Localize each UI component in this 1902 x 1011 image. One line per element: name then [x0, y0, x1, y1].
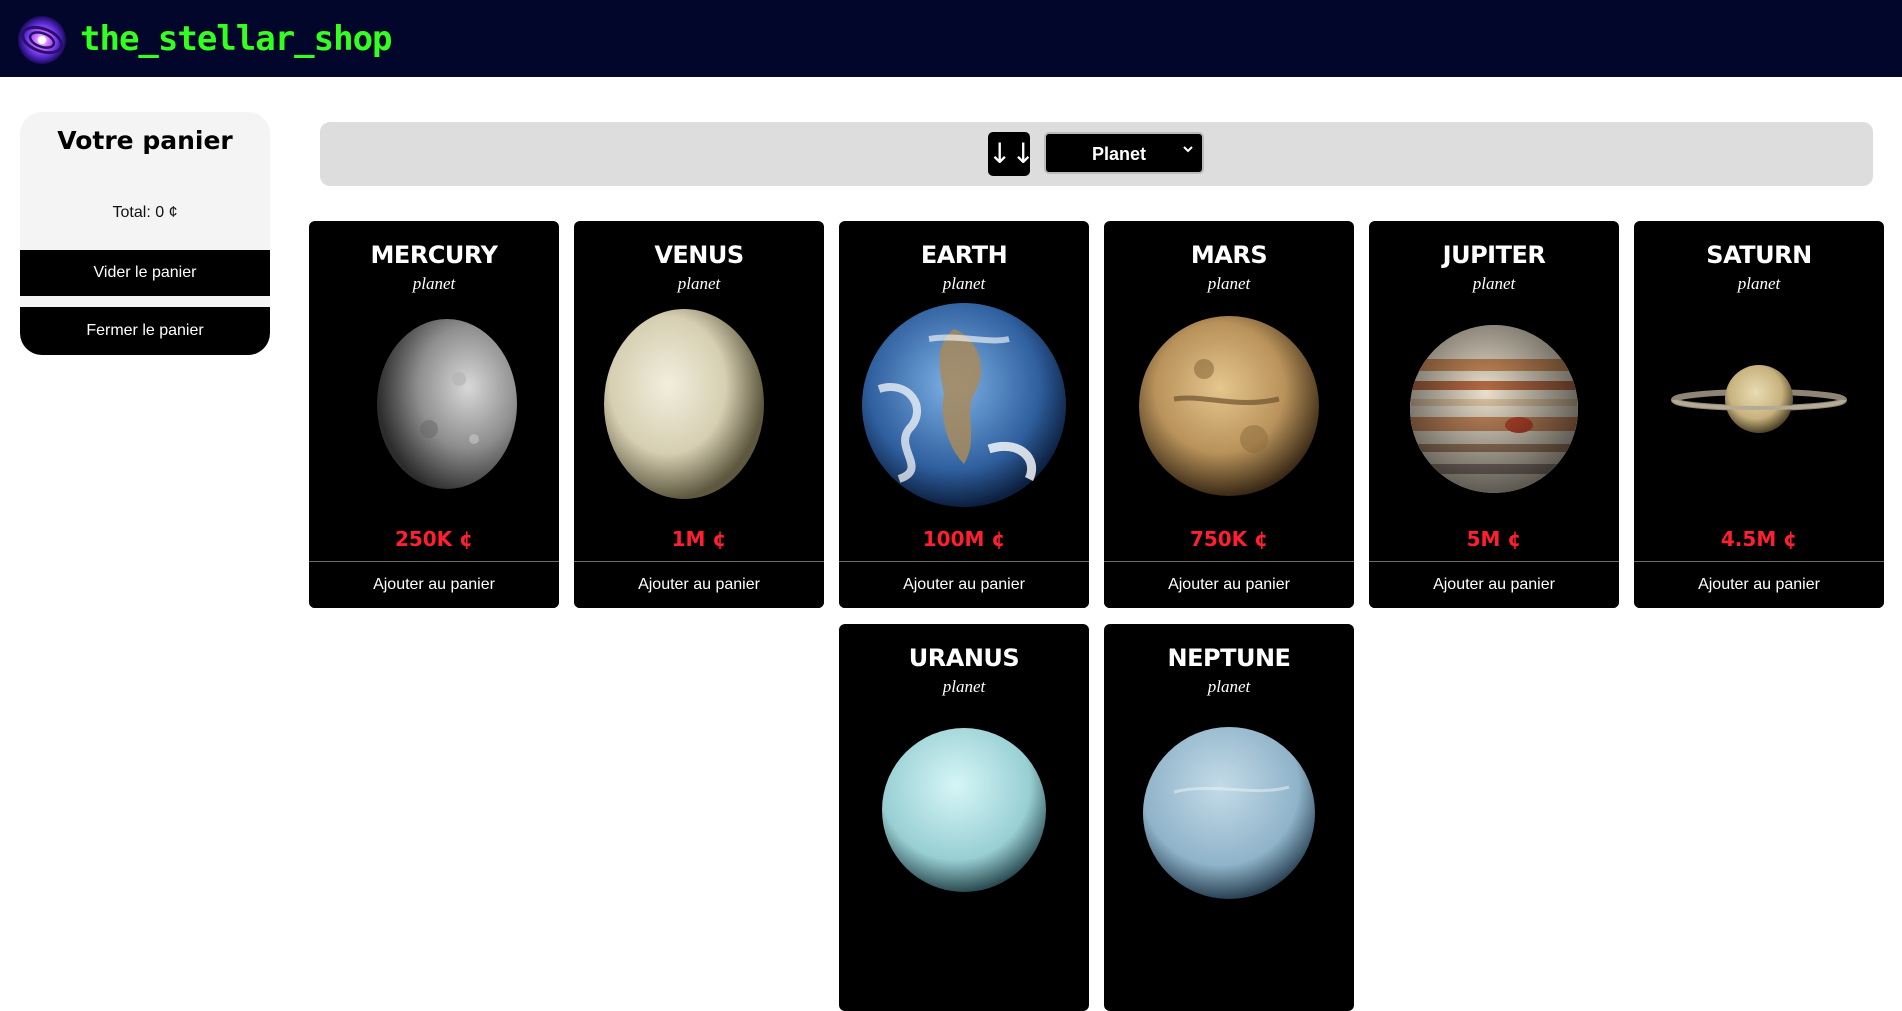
earth-image: [862, 303, 1066, 507]
add-to-cart-button[interactable]: Ajouter au panier: [1104, 562, 1354, 608]
product-name: URANUS: [908, 644, 1020, 672]
venus-image: [604, 309, 764, 499]
product-card: SATURN planet 4.5M ¢ Ajouter au panier: [1634, 221, 1884, 608]
sort-order-button[interactable]: ↓↓: [988, 132, 1035, 176]
product-price: 5M ¢: [1466, 527, 1522, 551]
product-type: planet: [1472, 274, 1516, 293]
product-price: 100M ¢: [922, 527, 1006, 551]
product-name: NEPTUNE: [1167, 644, 1291, 672]
product-type: planet: [677, 274, 721, 293]
add-to-cart-button[interactable]: Ajouter au panier: [1634, 562, 1884, 608]
galaxy-icon[interactable]: [14, 12, 70, 68]
category-select[interactable]: Planet: [1044, 132, 1204, 174]
add-to-cart-button[interactable]: Ajouter au panier: [574, 562, 824, 608]
product-card: MARS planet 750K ¢ Ajouter au panier: [1104, 221, 1354, 608]
neptune-image: [1143, 727, 1315, 899]
product-type: planet: [1207, 677, 1251, 696]
product-type: planet: [942, 677, 986, 696]
product-card: URANUS planet: [839, 624, 1089, 1011]
uranus-image: [882, 728, 1046, 892]
add-to-cart-button[interactable]: Ajouter au panier: [839, 562, 1089, 608]
product-price: 750K ¢: [1189, 527, 1269, 551]
cart-total: Total: 0 ¢: [112, 204, 178, 221]
product-card: JUPITER planet 5M ¢ Ajouter au panier: [1369, 221, 1619, 608]
product-type: planet: [412, 274, 456, 293]
product-price: 250K ¢: [394, 527, 474, 551]
product-type: planet: [942, 274, 986, 293]
product-price: 4.5M ¢: [1720, 527, 1798, 551]
product-name: MARS: [1190, 241, 1268, 269]
site-header: the_stellar_shop: [0, 0, 1902, 77]
product-type: planet: [1737, 274, 1781, 293]
close-cart-button[interactable]: Fermer le panier: [20, 307, 270, 355]
product-card: VENUS planet 1M ¢ Ajouter au panier: [574, 221, 824, 608]
product-card: MERCURY planet 250K ¢ Ajouter au panier: [309, 221, 559, 608]
cart-title: Votre panier: [57, 126, 233, 155]
cart-panel: Votre panier Total: 0 ¢ Vider le panier …: [20, 112, 270, 355]
add-to-cart-button[interactable]: Ajouter au panier: [309, 562, 559, 608]
product-name: SATURN: [1706, 241, 1812, 269]
chevron-down-icon: [1182, 143, 1194, 158]
category-select-value: Planet: [1091, 144, 1147, 164]
product-price: 1M ¢: [671, 527, 727, 551]
mars-image: [1139, 316, 1319, 496]
empty-cart-button[interactable]: Vider le panier: [20, 250, 270, 296]
brand-name[interactable]: the_stellar_shop: [80, 17, 393, 61]
product-name: EARTH: [920, 241, 1008, 269]
add-to-cart-button[interactable]: Ajouter au panier: [1369, 562, 1619, 608]
product-name: VENUS: [654, 241, 744, 269]
saturn-image: [1671, 365, 1847, 433]
jupiter-image: [1410, 325, 1578, 493]
product-card: EARTH planet 100M ¢ Ajouter au panier: [839, 221, 1089, 608]
product-name: MERCURY: [370, 241, 498, 269]
mercury-image: [377, 319, 517, 489]
product-type: planet: [1207, 274, 1251, 293]
filter-toolbar: ↓↓ Planet: [320, 122, 1873, 186]
product-name: JUPITER: [1442, 241, 1546, 269]
product-card: NEPTUNE planet: [1104, 624, 1354, 1011]
